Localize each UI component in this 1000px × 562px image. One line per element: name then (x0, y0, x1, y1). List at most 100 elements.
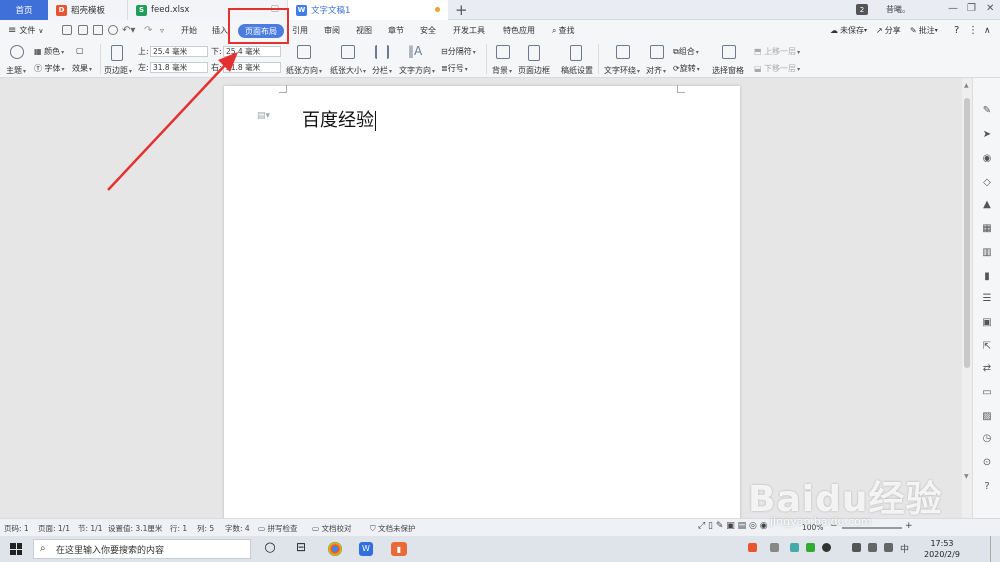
print-icon[interactable] (93, 25, 103, 35)
rotate-button[interactable]: ⟳旋转 (673, 63, 700, 74)
menu-review[interactable]: 审阅 (324, 20, 340, 41)
text-wrap-button[interactable]: 文字环绕 (604, 65, 640, 76)
preview-icon[interactable] (108, 25, 118, 35)
volume-icon[interactable] (884, 543, 893, 552)
orientation-button[interactable]: 纸张方向 (286, 65, 322, 76)
document-text[interactable]: 百度经验 (302, 106, 376, 132)
view-mode-icons[interactable]: ⤢ ▯ ✎ ▣ ▤ ◎ ◉ (698, 521, 768, 531)
scroll-up-icon[interactable]: ▲ (964, 82, 969, 89)
align-button[interactable]: 对齐 (646, 65, 666, 76)
paper-size-button[interactable]: 纸张大小 (330, 65, 366, 76)
vertical-scrollbar[interactable]: ▲ ▼ (962, 78, 972, 518)
tray-icon[interactable] (790, 543, 799, 552)
cursor-icon[interactable]: ➤ (981, 128, 993, 140)
tray-icon[interactable] (748, 543, 757, 552)
taskbar-search-input[interactable]: ⌕ 在这里输入你要搜索的内容 (33, 539, 251, 559)
tray-icon[interactable] (770, 543, 779, 552)
tab-document-1[interactable]: W 文字文稿1 (288, 0, 448, 20)
settings-icon[interactable]: ☰ (981, 292, 993, 304)
help-circle-icon[interactable]: ? (981, 480, 993, 492)
line-number-button[interactable]: ≣行号 (441, 63, 468, 74)
window-count-badge[interactable]: 2 (856, 4, 868, 15)
page-count[interactable]: 页面: 1/1 (38, 523, 70, 534)
wps-writer-icon[interactable]: W (359, 542, 373, 556)
word-count[interactable]: 字数: 4 (225, 523, 250, 534)
history-icon[interactable]: ◷ (981, 432, 993, 444)
box-icon[interactable]: ▭ (981, 386, 993, 398)
bring-forward-button[interactable]: ⬒ 上移一层 (754, 46, 800, 57)
zoom-in-icon[interactable]: + (905, 521, 913, 531)
theme-button[interactable]: 主题 (6, 65, 26, 76)
tray-icon[interactable] (806, 543, 815, 552)
columns-button[interactable]: 分栏 (372, 65, 392, 76)
chrome-icon[interactable] (328, 542, 342, 556)
menu-security[interactable]: 安全 (420, 20, 436, 41)
picture-icon[interactable]: ▨ (981, 410, 993, 422)
cortana-icon[interactable]: ○ (263, 540, 277, 555)
comment-button[interactable]: ✎ 批注 ▾ (910, 20, 938, 41)
menu-start[interactable]: 开始 (181, 20, 197, 41)
windows-start-icon[interactable] (10, 543, 22, 555)
fill-icon[interactable]: ▲ (981, 198, 993, 210)
page-border-button[interactable]: 页面边框 (518, 65, 550, 76)
battery-icon[interactable] (852, 543, 861, 552)
timer-icon[interactable]: ⊙ (981, 456, 993, 468)
flow-icon[interactable]: ⇄ (981, 362, 993, 374)
menu-chapter[interactable]: 章节 (388, 20, 404, 41)
wps-icon[interactable]: ▮ (391, 542, 407, 556)
row-indicator[interactable]: 行: 1 (170, 523, 187, 534)
menu-insert[interactable]: 插入 (212, 20, 228, 41)
shapes-icon[interactable]: ◇ (981, 176, 993, 188)
chart-icon[interactable]: ▥ (981, 246, 993, 258)
color-button[interactable]: ▦ 颜色 (34, 46, 64, 57)
selection-pane-button[interactable]: 选择窗格 (712, 65, 744, 76)
save-status[interactable]: ☁ 未保存 ▾ (830, 20, 867, 41)
page-number[interactable]: 页码: 1 (4, 523, 29, 534)
menu-view[interactable]: 视图 (356, 20, 372, 41)
location-icon[interactable]: ◉ (981, 152, 993, 164)
network-icon[interactable] (868, 543, 877, 552)
menu-features[interactable]: 特色应用 (503, 20, 535, 41)
user-name[interactable]: 昔曦。 (886, 4, 910, 15)
search-command[interactable]: ⌕ 查找 (552, 20, 574, 41)
tab-home[interactable]: 首页 (0, 0, 48, 20)
scroll-thumb[interactable] (964, 98, 970, 368)
new-tab-button[interactable]: + (455, 1, 468, 19)
edit-icon[interactable]: ✎ (981, 104, 993, 116)
paragraph-handle-icon[interactable]: ▤▾ (257, 111, 270, 121)
minimize-icon[interactable]: — (948, 3, 958, 14)
file-menu[interactable]: ≡ 文件 ∨ (8, 20, 44, 41)
table-icon[interactable]: ▦ (981, 222, 993, 234)
setting-value[interactable]: 设置值: 3.1厘米 (108, 523, 162, 534)
send-backward-button[interactable]: ⬓ 下移一层 (754, 63, 800, 74)
bar-chart-icon[interactable]: ▮ (981, 270, 993, 282)
scroll-down-icon[interactable]: ▼ (964, 473, 969, 480)
column-indicator[interactable]: 列: 5 (197, 523, 214, 534)
export-icon[interactable]: ⇱ (981, 340, 993, 352)
group-button[interactable]: ⧉组合 (673, 46, 699, 57)
effect-button[interactable]: 效果 (72, 63, 92, 74)
ime-indicator[interactable]: 中 (900, 542, 909, 555)
task-view-icon[interactable]: ⊟ (294, 540, 308, 554)
maximize-icon[interactable]: ❐ (967, 3, 976, 14)
menu-references[interactable]: 引用 (292, 20, 308, 41)
help-icon[interactable]: ? (954, 20, 959, 41)
menu-developer[interactable]: 开发工具 (453, 20, 485, 41)
more-icon[interactable]: ⋮ (968, 20, 978, 41)
background-button[interactable]: 背景 (492, 65, 512, 76)
tab-daoke-template[interactable]: D 稻壳模板 (48, 0, 128, 20)
redo-icon[interactable]: ↷ (144, 20, 152, 41)
tray-icon[interactable] (822, 543, 831, 552)
undo-icon[interactable]: ↶▾ (122, 20, 135, 41)
show-desktop-button[interactable] (990, 536, 991, 562)
text-direction-button[interactable]: 文字方向 (399, 65, 435, 76)
collapse-ribbon-icon[interactable]: ∧ (984, 20, 991, 41)
manuscript-button[interactable]: 稿纸设置 (561, 65, 593, 76)
proofread-button[interactable]: ▭ 文档校对 (312, 523, 351, 534)
section-count[interactable]: 节: 1/1 (78, 523, 102, 534)
export-icon[interactable] (78, 25, 88, 35)
share-button[interactable]: ↗ 分享 (876, 20, 901, 41)
clock[interactable]: 17:53 2020/2/9 (924, 538, 960, 560)
save-icon[interactable] (62, 25, 72, 35)
image-search-icon[interactable]: ▣ (981, 316, 993, 328)
